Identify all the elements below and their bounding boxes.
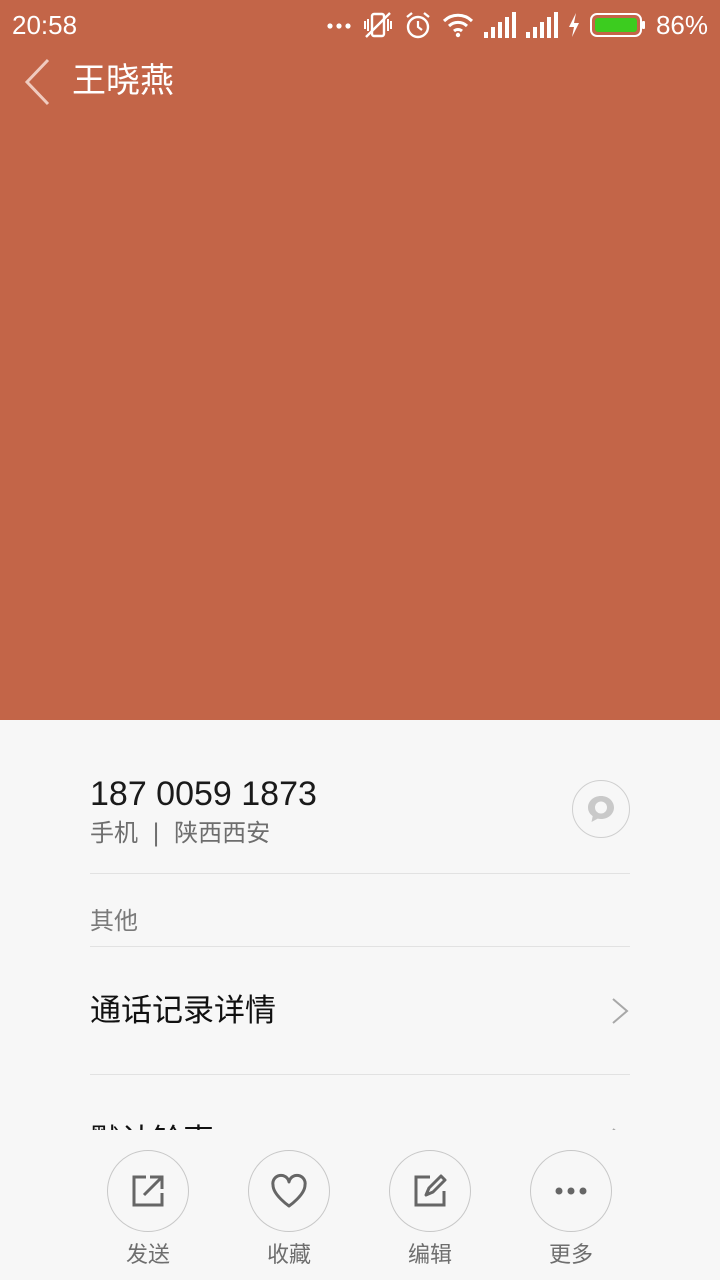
divider: [90, 1074, 630, 1075]
message-icon: [588, 796, 614, 822]
more-circle[interactable]: [530, 1150, 612, 1232]
charging-icon: [568, 13, 580, 37]
chevron-right-icon: [612, 998, 629, 1024]
vibrate-off-icon: [362, 10, 394, 40]
wifi-icon: [442, 12, 474, 38]
more-dots-icon: [326, 20, 352, 30]
status-bar: 20:58 86%: [0, 0, 720, 52]
heart-icon: [271, 1173, 307, 1208]
phone-meta: 手机 | 陕西西安: [90, 818, 270, 848]
contact-name: 王晓燕: [72, 61, 174, 101]
send-circle[interactable]: [107, 1150, 189, 1232]
divider: [90, 873, 630, 874]
battery-percent: 86%: [655, 10, 708, 40]
edit-icon: [414, 1174, 447, 1207]
action-bar: 发送 收藏 编辑 更多: [0, 1130, 720, 1280]
send-button[interactable]: 发送: [98, 1150, 198, 1270]
edit-circle[interactable]: [389, 1150, 471, 1232]
edit-button[interactable]: 编辑: [380, 1150, 480, 1270]
favorite-button[interactable]: 收藏: [239, 1150, 339, 1270]
action-label: 编辑: [407, 1243, 452, 1268]
row-label: 默认铃声: [90, 1122, 214, 1130]
more-icon: [555, 1187, 587, 1195]
contact-details: 187 0059 1873 手机 | 陕西西安 其他 通话记录详情 默认铃声: [0, 720, 720, 1130]
share-icon: [132, 1175, 164, 1207]
title-bar: 王晓燕: [0, 52, 720, 112]
message-button[interactable]: [572, 780, 630, 838]
signal-icon: [525, 12, 558, 38]
action-label: 收藏: [266, 1243, 311, 1268]
status-time: 20:58: [12, 10, 78, 40]
chevron-left-icon: [24, 58, 50, 106]
phone-type: 手机: [90, 819, 138, 847]
row-label: 通话记录详情: [90, 993, 276, 1029]
section-label-other: 其他: [90, 907, 138, 935]
signal-icon: [483, 12, 516, 38]
favorite-circle[interactable]: [248, 1150, 330, 1232]
battery-icon: [589, 13, 646, 37]
alarm-icon: [404, 10, 432, 40]
divider: [90, 946, 630, 947]
action-label: 发送: [125, 1243, 170, 1268]
phone-location: 陕西西安: [174, 819, 271, 847]
phone-number[interactable]: 187 0059 1873: [90, 774, 317, 814]
row-call-history[interactable]: 通话记录详情: [90, 970, 630, 1050]
status-icons: 86%: [326, 8, 708, 42]
more-button[interactable]: 更多: [521, 1150, 621, 1270]
row-default-ringtone[interactable]: 默认铃声: [90, 1100, 630, 1130]
meta-separator: |: [152, 819, 161, 847]
back-button[interactable]: [12, 52, 62, 112]
action-label: 更多: [548, 1243, 593, 1268]
